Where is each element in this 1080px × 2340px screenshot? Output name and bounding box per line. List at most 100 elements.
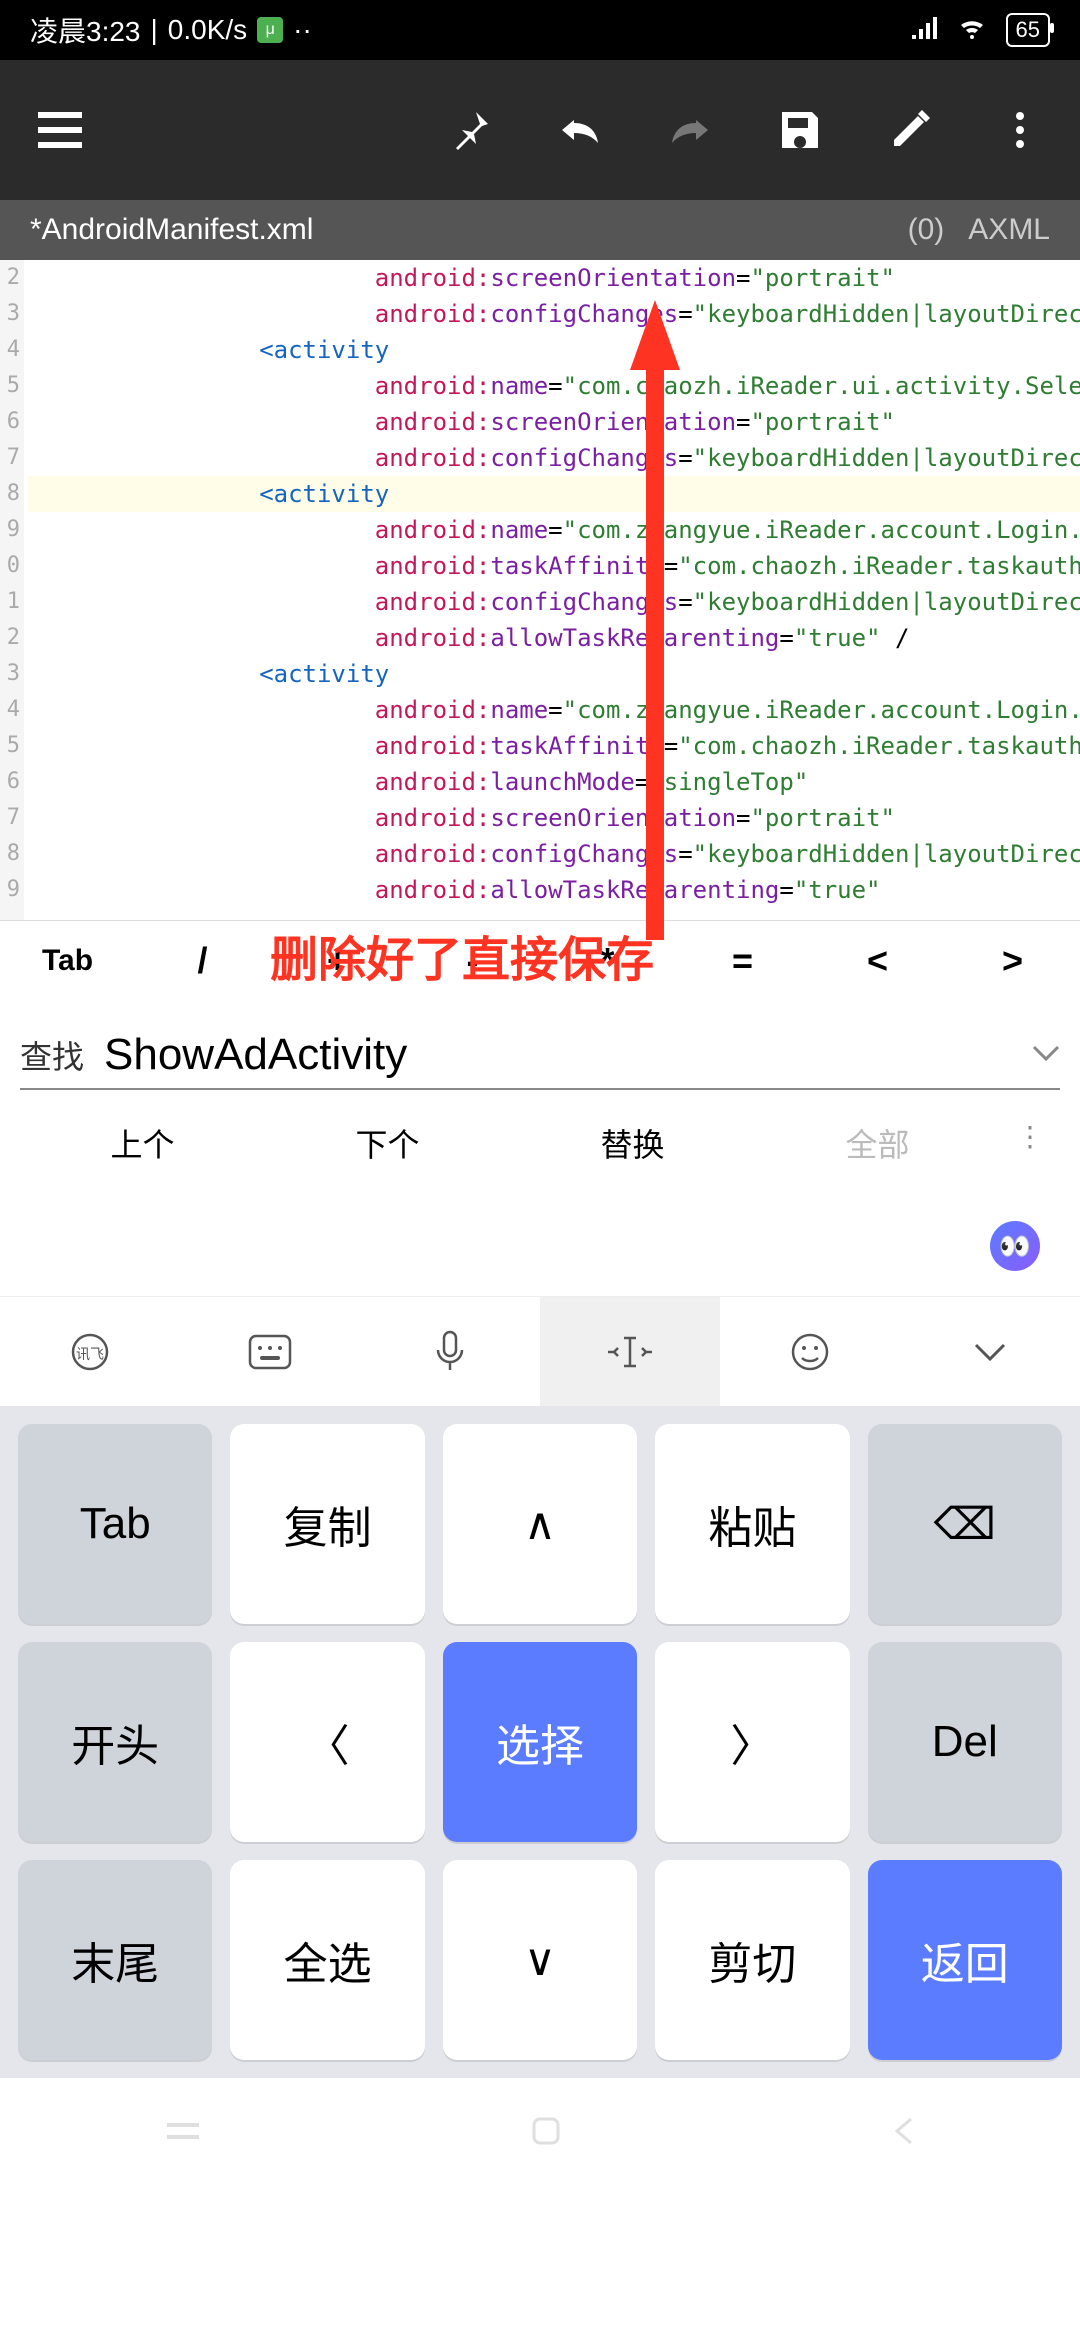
keyboard-avatar-icon[interactable]: 👀	[990, 1221, 1040, 1271]
status-app-badge-icon: μ	[257, 17, 283, 43]
keyboard-key[interactable]: ∧	[443, 1424, 637, 1624]
file-tab-bar: *AndroidManifest.xml (0) AXML	[0, 200, 1080, 260]
line-number: 7	[0, 800, 20, 836]
nav-home-icon[interactable]	[530, 2115, 562, 2152]
tab-count: (0)	[908, 213, 945, 247]
overflow-icon[interactable]	[990, 100, 1050, 160]
keyboard-key[interactable]: 剪切	[655, 1860, 849, 2060]
tab-type: AXML	[968, 213, 1050, 247]
line-number: 7	[0, 440, 20, 476]
keyboard-key[interactable]: 末尾	[18, 1860, 212, 2060]
keyboard-key[interactable]: 〈	[230, 1642, 424, 1842]
keyboard-key[interactable]: 粘贴	[655, 1424, 849, 1624]
code-line[interactable]: android:name="com.zhangyue.iReader.accou…	[28, 512, 1080, 548]
line-number: 3	[0, 296, 20, 332]
sym-gt[interactable]: >	[945, 921, 1080, 1000]
code-line[interactable]: android:screenOrientation="portrait"	[28, 260, 1080, 296]
code-line[interactable]: android:name="com.zhangyue.iReader.accou…	[28, 692, 1080, 728]
search-replace[interactable]: 替换	[510, 1120, 755, 1166]
file-tab-name[interactable]: *AndroidManifest.xml	[30, 213, 313, 247]
keyboard-key[interactable]: 复制	[230, 1424, 424, 1624]
search-dropdown-icon[interactable]	[1032, 1045, 1060, 1066]
code-line[interactable]: android:configChanges="keyboardHidden|la…	[28, 296, 1080, 332]
keyboard-key[interactable]: 开头	[18, 1642, 212, 1842]
kb-tool-mic-icon[interactable]	[360, 1297, 540, 1406]
kb-tool-collapse-icon[interactable]	[900, 1297, 1080, 1406]
search-all[interactable]: 全部	[755, 1120, 1000, 1166]
search-next[interactable]: 下个	[265, 1120, 510, 1166]
code-content[interactable]: android:screenOrientation="portrait" and…	[24, 260, 1080, 920]
code-line[interactable]: android:screenOrientation="portrait"	[28, 800, 1080, 836]
edit-icon[interactable]	[880, 100, 940, 160]
line-number: 4	[0, 692, 20, 728]
sym-star[interactable]: *	[540, 921, 675, 1000]
pin-icon[interactable]	[440, 100, 500, 160]
keyboard-key[interactable]: ⌫	[868, 1424, 1062, 1624]
search-label: 查找	[20, 1032, 84, 1078]
sym-minus[interactable]: -	[405, 921, 540, 1000]
keyboard-key[interactable]: 〉	[655, 1642, 849, 1842]
keyboard-toolbar: 讯飞	[0, 1296, 1080, 1406]
keyboard-key[interactable]: 全选	[230, 1860, 424, 2060]
line-number: 3	[0, 656, 20, 692]
keyboard-key[interactable]: Tab	[18, 1424, 212, 1624]
nav-recent-icon[interactable]	[165, 2117, 201, 2150]
keyboard-grid: Tab复制∧粘贴⌫ 开头〈选择〉Del 末尾全选∨剪切返回	[0, 1406, 1080, 2078]
line-number: 2	[0, 260, 20, 296]
sym-plus[interactable]: +	[270, 921, 405, 1000]
keyboard-key[interactable]: 选择	[443, 1642, 637, 1842]
search-prev[interactable]: 上个	[20, 1120, 265, 1166]
line-number: 0	[0, 548, 20, 584]
line-gutter: 234567890123456789	[0, 260, 24, 920]
code-line[interactable]: android:taskAffinity="com.chaozh.iReader…	[28, 728, 1080, 764]
kb-tool-cursor-icon[interactable]	[540, 1297, 720, 1406]
signal-icon	[910, 14, 938, 46]
undo-icon[interactable]	[550, 100, 610, 160]
code-line[interactable]: android:configChanges="keyboardHidden|la…	[28, 584, 1080, 620]
nav-back-icon[interactable]	[891, 2115, 915, 2152]
wifi-icon	[956, 14, 988, 46]
line-number: 5	[0, 728, 20, 764]
app-toolbar	[0, 60, 1080, 200]
sym-lt[interactable]: <	[810, 921, 945, 1000]
search-menu-icon[interactable]: ⋮	[1000, 1120, 1060, 1166]
code-line[interactable]: android:configChanges="keyboardHidden|la…	[28, 836, 1080, 872]
code-line[interactable]: <activity	[28, 332, 1080, 368]
battery-indicator: 65	[1006, 13, 1050, 47]
status-bar: 凌晨3:23 | 0.0K/s μ ·· 65	[0, 0, 1080, 60]
line-number: 4	[0, 332, 20, 368]
code-line[interactable]: android:screenOrientation="portrait"	[28, 404, 1080, 440]
keyboard-key[interactable]: ∨	[443, 1860, 637, 2060]
code-editor[interactable]: 234567890123456789 android:screenOrienta…	[0, 260, 1080, 920]
kb-tool-emoji-icon[interactable]	[720, 1297, 900, 1406]
code-line[interactable]: android:taskAffinity="com.chaozh.iReader…	[28, 548, 1080, 584]
code-line[interactable]: android:configChanges="keyboardHidden|la…	[28, 440, 1080, 476]
search-panel: 查找 上个 下个 替换 全部 ⋮	[0, 1000, 1080, 1196]
code-line[interactable]: android:allowTaskReparenting="true"	[28, 872, 1080, 908]
kb-tool-keyboard-icon[interactable]	[180, 1297, 360, 1406]
code-line[interactable]: android:allowTaskReparenting="true" /	[28, 620, 1080, 656]
keyboard-key[interactable]: 返回	[868, 1860, 1062, 2060]
code-line[interactable]: android:launchMode="singleTop"	[28, 764, 1080, 800]
line-number: 9	[0, 872, 20, 908]
line-number: 2	[0, 620, 20, 656]
keyboard-top-strip: 👀	[0, 1196, 1080, 1296]
code-line[interactable]: <activity	[28, 656, 1080, 692]
search-input[interactable]	[104, 1030, 1012, 1080]
sym-eq[interactable]: =	[675, 921, 810, 1000]
sym-slash[interactable]: /	[135, 921, 270, 1000]
menu-icon[interactable]	[30, 100, 90, 160]
symbol-row: Tab / + - * = < >	[0, 920, 1080, 1000]
kb-tool-voice-icon[interactable]: 讯飞	[0, 1297, 180, 1406]
sym-tab[interactable]: Tab	[0, 921, 135, 1000]
code-line[interactable]: android:name="com.chaozh.iReader.ui.acti…	[28, 368, 1080, 404]
line-number: 9	[0, 512, 20, 548]
status-time: 凌晨3:23	[30, 10, 141, 50]
code-line[interactable]: <activity	[28, 476, 1080, 512]
line-number: 8	[0, 836, 20, 872]
svg-text:讯飞: 讯飞	[76, 1346, 104, 1362]
keyboard-key[interactable]: Del	[868, 1642, 1062, 1842]
redo-icon[interactable]	[660, 100, 720, 160]
line-number: 8	[0, 476, 20, 512]
save-icon[interactable]	[770, 100, 830, 160]
